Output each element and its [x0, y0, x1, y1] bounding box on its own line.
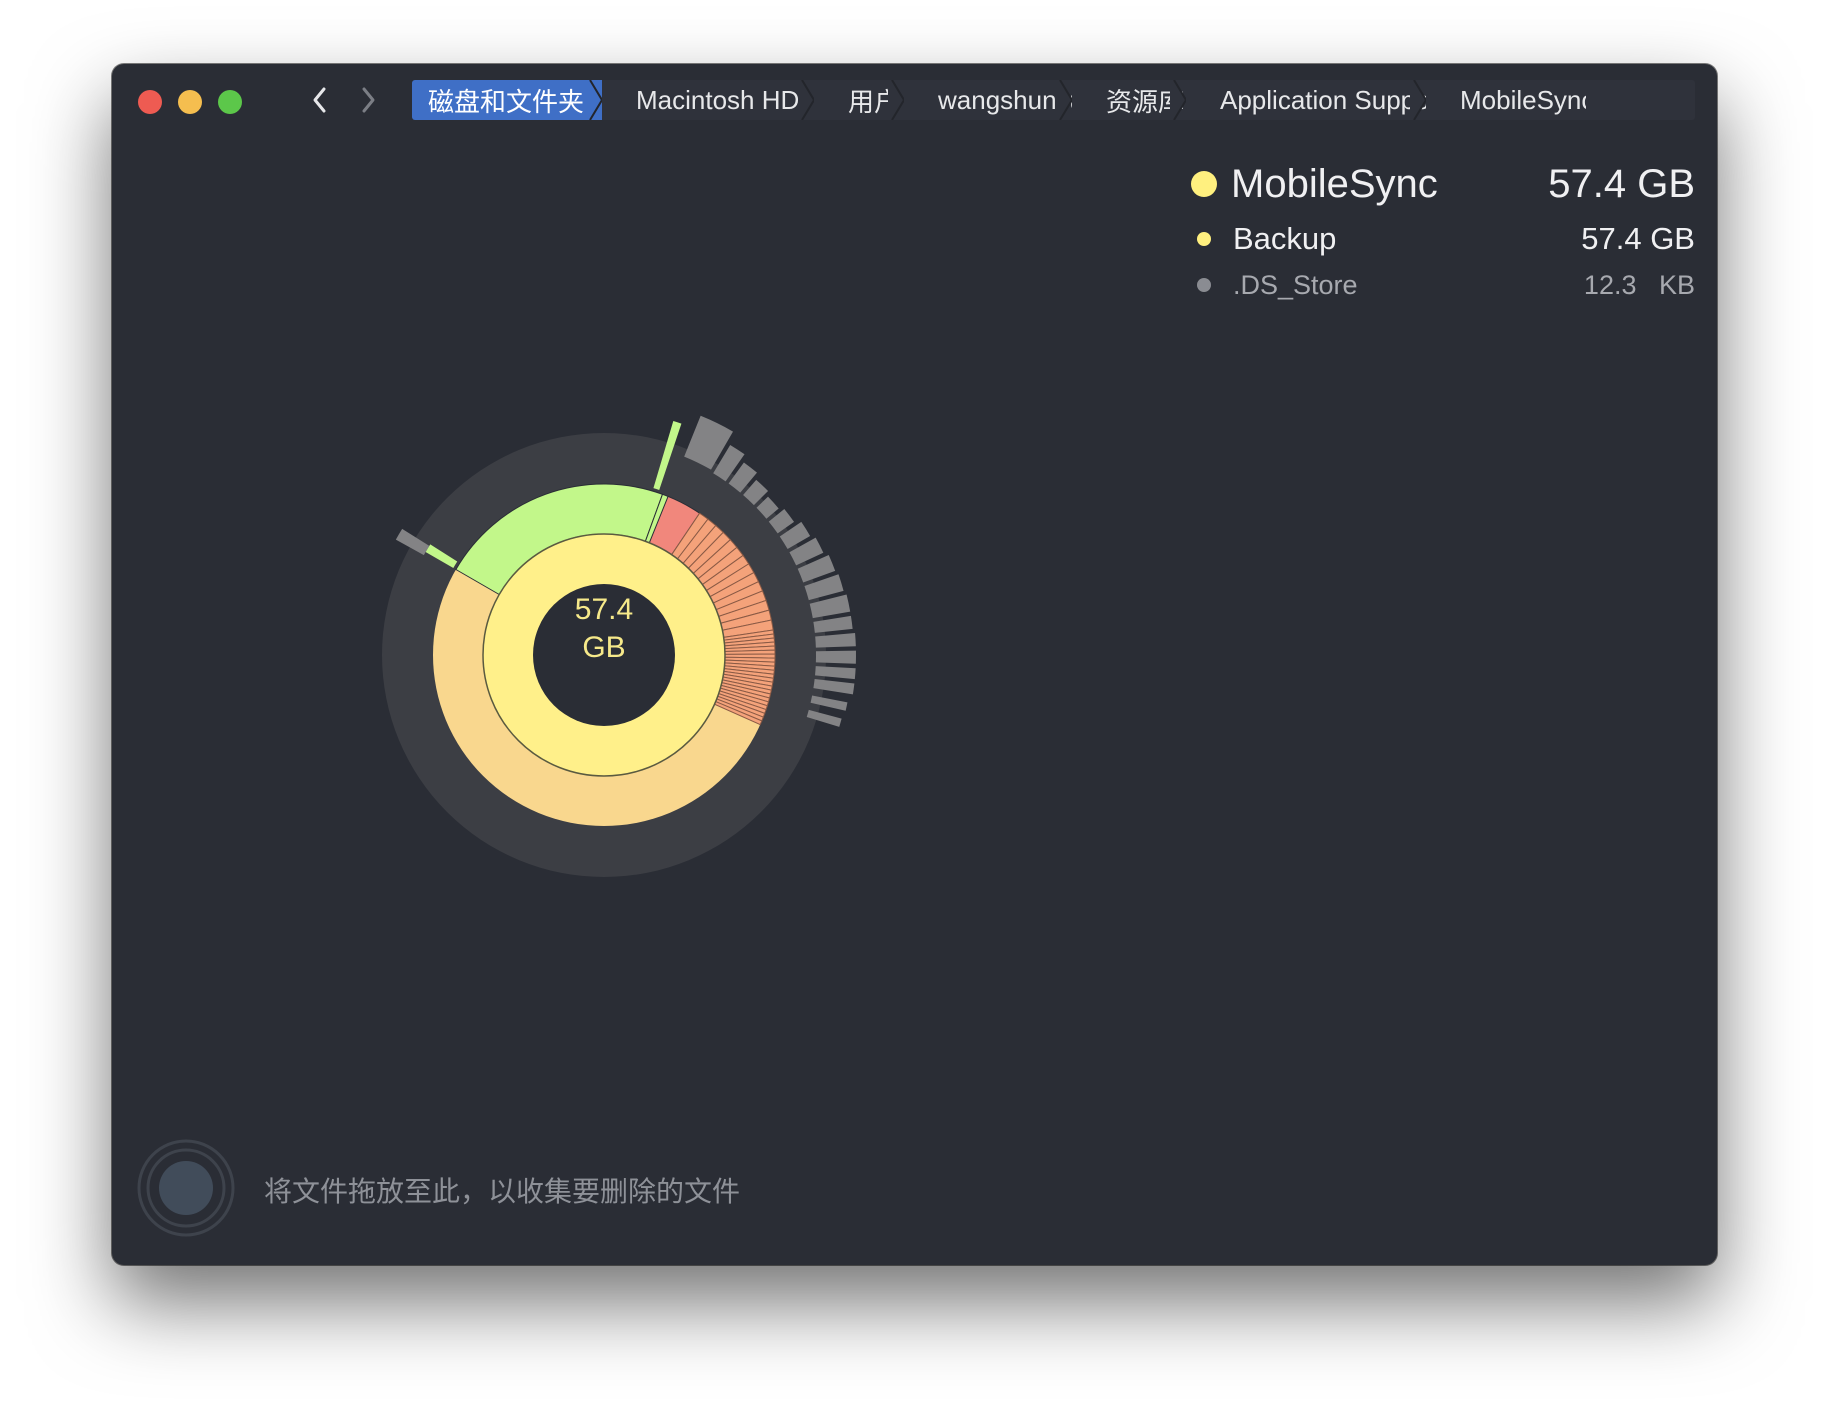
- breadcrumb-item[interactable]: Macintosh HD: [602, 80, 814, 120]
- legend-item-name: Backup: [1233, 221, 1337, 256]
- chevron-right-icon: [362, 87, 375, 113]
- close-button[interactable]: [138, 90, 162, 114]
- legend-color-dot: [1197, 232, 1211, 246]
- legend-color-dot: [1191, 171, 1217, 197]
- breadcrumb-item[interactable]: 磁盘和文件夹: [412, 80, 602, 120]
- drop-target[interactable]: [136, 1138, 236, 1238]
- breadcrumb-separator-icon: [586, 80, 602, 120]
- breadcrumb-item[interactable]: 资源库: [1072, 80, 1186, 120]
- minimize-button[interactable]: [178, 90, 202, 114]
- legend-row-mobilesync[interactable]: MobileSync 57.4 GB: [1187, 152, 1695, 216]
- legend-color-dot: [1197, 278, 1211, 292]
- breadcrumb-item[interactable]: MobileSync: [1426, 80, 1586, 120]
- center-size-value: 57.4: [574, 593, 634, 626]
- title-bar: 磁盘和文件夹 Macintosh HD 用户 wangshunyu 资源库 Applica…: [112, 64, 1717, 136]
- breadcrumb-label: Macintosh HD: [636, 84, 800, 115]
- breadcrumb-label: wangshunyu: [938, 84, 1072, 115]
- back-button[interactable]: [302, 82, 338, 118]
- breadcrumb: 磁盘和文件夹 Macintosh HD 用户 wangshunyu 资源库 Applica…: [412, 80, 1695, 120]
- drop-target-icon: [137, 1139, 235, 1237]
- legend-row-item[interactable]: Backup 57.4 GB: [1187, 216, 1695, 262]
- drop-hint-text: 将文件拖放至此，以收集要删除的文件: [264, 1176, 741, 1207]
- breadcrumb-label: 磁盘和文件夹: [428, 86, 585, 117]
- breadcrumb-label: MobileSync: [1460, 84, 1586, 115]
- forward-button[interactable]: [350, 82, 386, 118]
- legend-item-size: 12.3 KB: [1583, 269, 1695, 300]
- legend-item-name: .DS_Store: [1233, 269, 1358, 300]
- legend-row-item[interactable]: .DS_Store 12.3 KB: [1187, 262, 1695, 308]
- breadcrumb-item[interactable]: 用户: [814, 80, 904, 120]
- segment-gray-file[interactable]: [815, 650, 856, 664]
- legend-folder-name: MobileSync: [1231, 161, 1438, 206]
- breadcrumb-separator-icon: [888, 80, 904, 120]
- breadcrumb-separator-icon: [1056, 80, 1072, 120]
- chart-center-label: 57.4 GB: [534, 591, 674, 667]
- breadcrumb-item[interactable]: wangshunyu: [904, 80, 1072, 120]
- breadcrumb-item[interactable]: Application Support: [1186, 80, 1426, 120]
- breadcrumb-separator-icon: [1170, 80, 1186, 120]
- center-size-unit: GB: [582, 631, 626, 664]
- zoom-button[interactable]: [218, 90, 242, 114]
- legend-panel: MobileSync 57.4 GB Backup 57.4 GB .DS_Stor…: [1187, 152, 1695, 308]
- legend-item-size: 57.4 GB: [1581, 221, 1695, 256]
- breadcrumb-label: Application Support: [1220, 84, 1426, 115]
- chevron-left-icon: [313, 87, 326, 113]
- breadcrumb-separator-icon: [1410, 80, 1426, 120]
- breadcrumb-separator-icon: [798, 80, 814, 120]
- app-window: 57.4 GB 磁盘和文件夹 Macintosh HD 用户 wangshunyu 资源…: [112, 64, 1717, 1265]
- legend-folder-size: 57.4 GB: [1548, 161, 1695, 206]
